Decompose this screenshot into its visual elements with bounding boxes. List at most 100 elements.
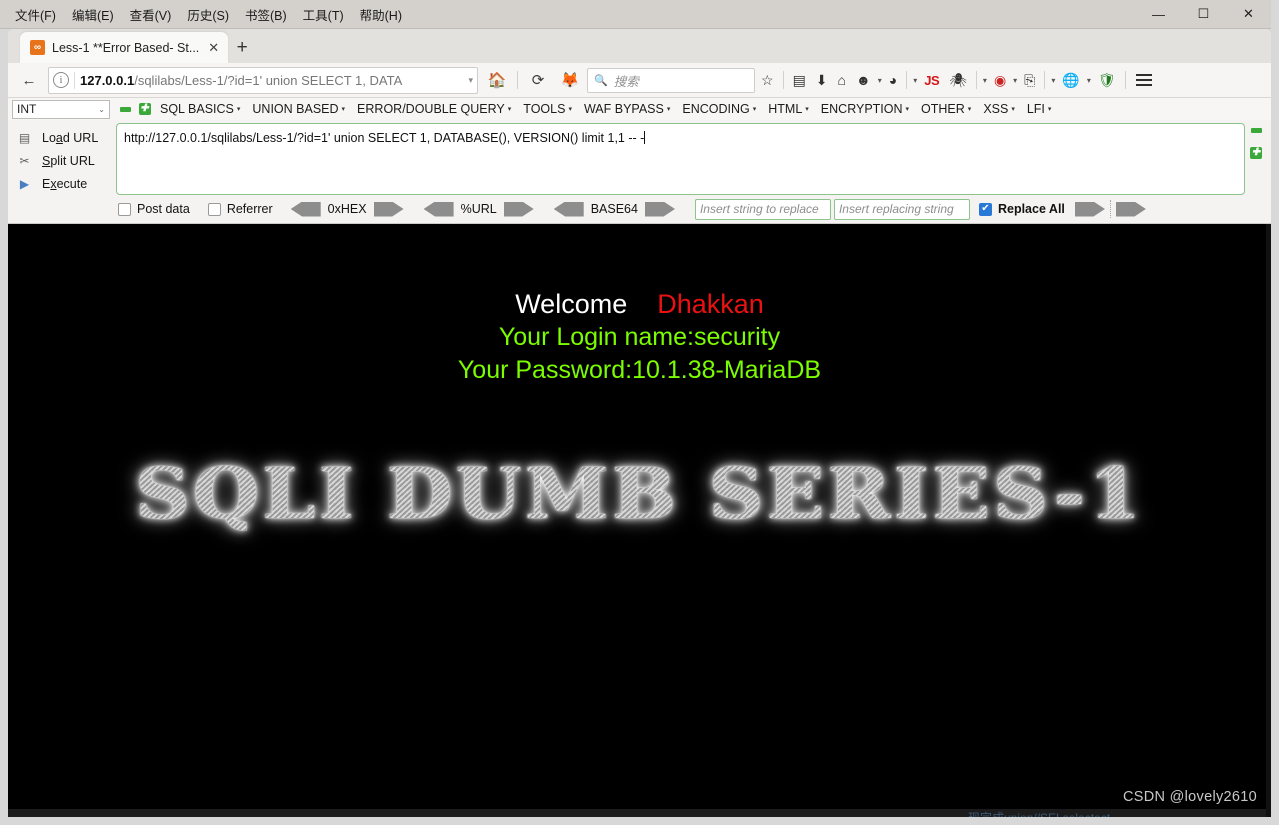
- remove-row-icon[interactable]: [1250, 124, 1263, 137]
- chevron-down-icon: ⌄: [98, 104, 105, 114]
- label: ENCODING: [682, 102, 750, 116]
- page-copy-icon[interactable]: ⎘: [1020, 66, 1039, 94]
- hackbar-menu-encoding[interactable]: ENCODING ▾: [676, 100, 762, 118]
- hackbar-menu-sql-basics[interactable]: SQL BASICS ▾: [154, 100, 246, 118]
- split-url-button[interactable]: ✂ Split URL: [16, 149, 116, 172]
- hackbar-menu-union-based[interactable]: UNION BASED ▾: [246, 100, 351, 118]
- tab-close-icon[interactable]: ✕: [206, 40, 221, 56]
- referrer-option[interactable]: Referrer: [207, 202, 273, 216]
- page-scrollbar[interactable]: [1266, 224, 1271, 817]
- label: WAF BYPASS: [583, 102, 664, 116]
- replace-find-input[interactable]: Insert string to replace: [694, 198, 831, 220]
- site-info-icon[interactable]: i: [53, 72, 69, 88]
- hackbar-actions: ▤ Load URL ✂ Split URL ▶ Execute: [8, 123, 116, 195]
- menu-view[interactable]: 查看(V): [123, 1, 179, 28]
- replace-apply-button[interactable]: [1074, 201, 1105, 217]
- base64-encoder-group: BASE64: [553, 201, 675, 217]
- url-decode-button[interactable]: [423, 201, 454, 217]
- chevron-down-icon: ▾: [236, 106, 241, 113]
- home-icon[interactable]: 🏠: [482, 66, 512, 94]
- base64-label: BASE64: [590, 202, 638, 216]
- shield-icon[interactable]: 🛡: [1094, 66, 1120, 94]
- back-button[interactable]: ←: [14, 66, 44, 94]
- replace-with-input[interactable]: Insert replacing string: [833, 198, 970, 220]
- globe-chevron-icon[interactable]: ▾: [1086, 76, 1092, 85]
- app-menu-icon[interactable]: [1131, 74, 1157, 86]
- burp-chevron-icon[interactable]: ▾: [1012, 76, 1018, 85]
- base64-encode-button[interactable]: [644, 201, 675, 217]
- bookmark-star-icon[interactable]: ☆: [757, 66, 778, 94]
- hex-decode-button[interactable]: [290, 201, 321, 217]
- title-bar: 文件(F) 编辑(E) 查看(V) 历史(S) 书签(B) 工具(T) 帮助(H…: [0, 0, 1271, 29]
- label: ENCRYPTION: [820, 102, 903, 116]
- hackbar-menu-error-double-query[interactable]: ERROR/DOUBLE QUERY ▾: [351, 100, 517, 118]
- label: UNION BASED: [252, 102, 339, 116]
- hackbar-menu-tools[interactable]: TOOLS ▾: [517, 100, 578, 118]
- page-copy-chevron-icon[interactable]: ▾: [1050, 76, 1056, 85]
- replace-all-checkbox[interactable]: ✔: [978, 202, 992, 216]
- account-chevron-icon[interactable]: ▾: [877, 76, 883, 85]
- chevron-down-icon: ▾: [568, 106, 572, 113]
- menu-bookmarks[interactable]: 书签(B): [238, 1, 294, 28]
- menu-file[interactable]: 文件(F): [8, 1, 63, 28]
- home-toolbar-icon[interactable]: ⌂: [834, 66, 850, 94]
- cookie-chevron-icon[interactable]: ▾: [912, 76, 918, 85]
- library-icon[interactable]: ▤: [789, 66, 810, 94]
- bottom-text-fragment: 现完成union//SELselectect: [8, 809, 1271, 817]
- minimize-button[interactable]: —: [1136, 0, 1181, 29]
- replace-apply-all-button[interactable]: [1115, 201, 1146, 217]
- execute-button[interactable]: ▶ Execute: [16, 172, 116, 195]
- scissors-icon: ✂: [19, 153, 30, 168]
- url-encode-button[interactable]: [503, 201, 534, 217]
- account-icon[interactable]: ☻: [852, 66, 875, 94]
- hackbar-menu-lfi[interactable]: LFI ▾: [1021, 100, 1058, 118]
- hex-encode-button[interactable]: [373, 201, 404, 217]
- post-data-option[interactable]: Post data: [118, 202, 190, 216]
- chevron-down-icon: ▾: [967, 106, 972, 113]
- window-controls: — ☐ ✕: [1136, 0, 1271, 29]
- menu-tools[interactable]: 工具(T): [296, 1, 351, 28]
- options-divider: [1109, 200, 1111, 218]
- remove-payload-icon[interactable]: [119, 103, 132, 116]
- base64-decode-button[interactable]: [553, 201, 584, 217]
- hackbar-menu-waf-bypass[interactable]: WAF BYPASS ▾: [578, 100, 676, 118]
- welcome-row: Welcome Dhakkan: [8, 288, 1271, 321]
- spider-chevron-icon[interactable]: ▾: [982, 76, 988, 85]
- browser-window: 文件(F) 编辑(E) 查看(V) 历史(S) 书签(B) 工具(T) 帮助(H…: [0, 0, 1279, 825]
- globe-icon[interactable]: 🌐: [1058, 66, 1083, 94]
- add-row-icon[interactable]: ✚: [1250, 146, 1263, 159]
- burp-icon[interactable]: ◉: [990, 66, 1010, 94]
- url-bar[interactable]: i 127.0.0.1/sqlilabs/Less-1/?id=1' union…: [48, 66, 478, 94]
- spider-icon[interactable]: 🕷: [945, 66, 971, 94]
- search-input[interactable]: 搜索: [614, 71, 639, 90]
- play-icon: ▶: [19, 176, 30, 191]
- search-bar[interactable]: 🔍 搜索: [587, 67, 755, 93]
- chevron-down-icon: ▾: [752, 106, 757, 113]
- tab-less1[interactable]: ∞ Less-1 **Error Based- St... ✕: [20, 32, 229, 63]
- javascript-toggle-icon[interactable]: JS: [920, 66, 943, 94]
- new-tab-button[interactable]: +: [228, 32, 256, 63]
- url-text: 127.0.0.1/sqlilabs/Less-1/?id=1' union S…: [80, 67, 463, 94]
- payload-type-select[interactable]: INT ⌄: [12, 99, 110, 119]
- hackbar-menu-other[interactable]: OTHER ▾: [915, 100, 977, 118]
- hackbar-url-textarea[interactable]: http://127.0.0.1/sqlilabs/Less-1/?id=1' …: [116, 123, 1245, 195]
- downloads-icon[interactable]: ⬇: [812, 66, 832, 94]
- hackbar-menu-html[interactable]: HTML ▾: [762, 100, 815, 118]
- replace-all-option[interactable]: ✔ Replace All: [978, 202, 1065, 216]
- menu-history[interactable]: 历史(S): [180, 1, 236, 28]
- add-payload-icon[interactable]: ✚: [138, 103, 151, 116]
- reload-icon[interactable]: ⟳: [523, 66, 553, 94]
- chevron-down-icon: ▾: [1011, 106, 1015, 113]
- referrer-checkbox[interactable]: [207, 202, 221, 216]
- menu-edit[interactable]: 编辑(E): [65, 1, 121, 28]
- maximize-button[interactable]: ☐: [1181, 0, 1226, 29]
- cookie-manager-icon[interactable]: ◕: [885, 66, 901, 94]
- post-data-checkbox[interactable]: [118, 202, 131, 216]
- menu-help[interactable]: 帮助(H): [353, 1, 409, 28]
- hackbar-menu-xss[interactable]: XSS ▾: [977, 100, 1021, 118]
- chevron-down-icon[interactable]: ▾: [468, 75, 473, 86]
- close-button[interactable]: ✕: [1226, 0, 1271, 29]
- hackbar-menu-encryption[interactable]: ENCRYPTION ▾: [815, 100, 915, 118]
- load-url-button[interactable]: ▤ Load URL: [16, 126, 116, 149]
- firefox-fox-icon[interactable]: 🦊: [555, 66, 585, 94]
